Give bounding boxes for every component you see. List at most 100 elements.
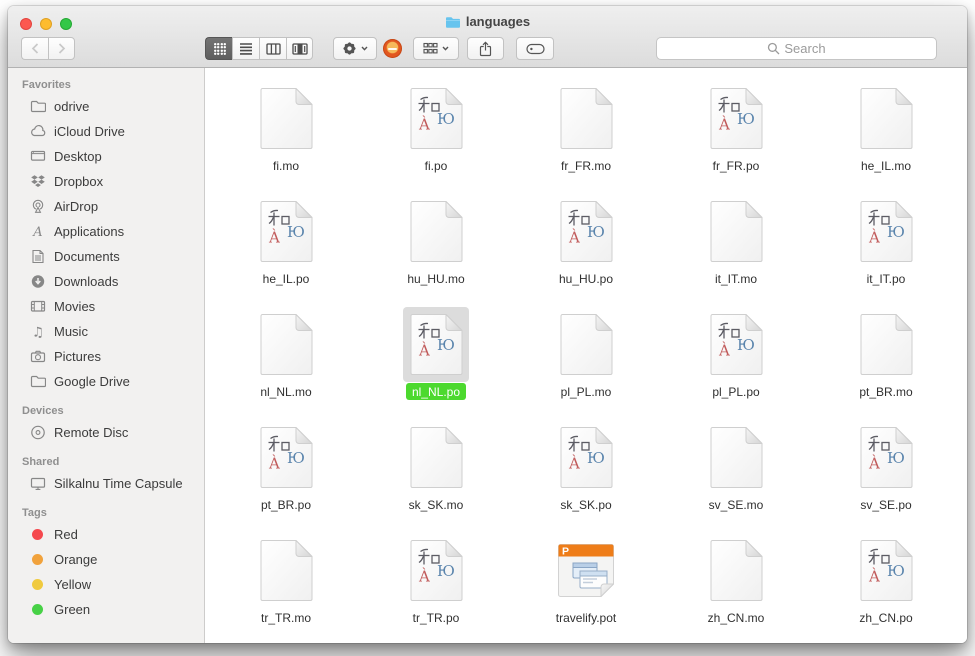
sidebar-item-pictures[interactable]: Pictures	[8, 344, 204, 369]
file-name-label: zh_CN.po	[853, 609, 918, 626]
sidebar-item-yellow[interactable]: Yellow	[8, 572, 204, 597]
file-name-label: fr_FR.po	[707, 157, 766, 174]
applications-icon: A	[29, 224, 46, 240]
svg-text:Ю: Ю	[737, 336, 755, 354]
sidebar-item-label: Pictures	[54, 349, 101, 364]
sidebar-item-google-drive[interactable]: Google Drive	[8, 369, 204, 394]
sidebar-item-silkalnu-time-capsule[interactable]: Silkalnu Time Capsule	[8, 471, 204, 496]
file-name-label: tr_TR.po	[407, 609, 466, 626]
file-zh_CN.po[interactable]: À Юzh_CN.po	[811, 528, 961, 641]
file-pl_PL.mo[interactable]: pl_PL.mo	[511, 302, 661, 415]
sidebar-item-label: odrive	[54, 99, 89, 114]
file-pt_BR.po[interactable]: À Юpt_BR.po	[211, 415, 361, 528]
file-he_IL.mo[interactable]: he_IL.mo	[811, 76, 961, 189]
chevron-down-icon	[361, 46, 368, 51]
file-tr_TR.po[interactable]: À Юtr_TR.po	[361, 528, 511, 641]
sidebar-item-remote-disc[interactable]: Remote Disc	[8, 420, 204, 445]
sidebar-section-title: Devices	[22, 405, 204, 417]
file-tr_TR.mo[interactable]: tr_TR.mo	[211, 528, 361, 641]
sidebar-item-desktop[interactable]: Desktop	[8, 144, 204, 169]
column-view-button[interactable]	[259, 37, 286, 60]
arrange-button[interactable]	[413, 37, 459, 60]
chevron-right-icon	[58, 43, 66, 54]
file-sv_SE.po[interactable]: À Юsv_SE.po	[811, 415, 961, 528]
music-icon: ♫	[29, 324, 46, 340]
file-name-label: fi.mo	[267, 157, 305, 174]
nav-buttons	[21, 37, 75, 60]
sidebar-item-label: Orange	[54, 552, 97, 567]
file-icon-wrap: À Ю	[703, 307, 769, 382]
sidebar-item-label: Remote Disc	[54, 425, 128, 440]
chevron-down-icon	[442, 46, 449, 51]
mo-file-icon	[410, 426, 463, 489]
sidebar-item-label: Dropbox	[54, 174, 103, 189]
file-pl_PL.po[interactable]: À Юpl_PL.po	[661, 302, 811, 415]
file-fi.mo[interactable]: fi.mo	[211, 76, 361, 189]
sidebar-item-downloads[interactable]: Downloads	[8, 269, 204, 294]
window-title: languages	[8, 14, 967, 29]
sidebar-item-icloud-drive[interactable]: iCloud Drive	[8, 119, 204, 144]
sidebar-item-music[interactable]: ♫Music	[8, 319, 204, 344]
share-button[interactable]	[467, 37, 504, 60]
list-view-button[interactable]	[232, 37, 259, 60]
icon-view-button[interactable]	[205, 37, 232, 60]
svg-text:P: P	[562, 546, 569, 558]
file-hu_HU.po[interactable]: À Юhu_HU.po	[511, 189, 661, 302]
svg-text:A: A	[32, 225, 42, 239]
mo-file-icon	[410, 200, 463, 263]
sidebar-item-dropbox[interactable]: Dropbox	[8, 169, 204, 194]
file-name-label: he_IL.mo	[855, 157, 917, 174]
forward-button[interactable]	[48, 37, 75, 60]
file-fr_FR.po[interactable]: À Юfr_FR.po	[661, 76, 811, 189]
file-sv_SE.mo[interactable]: sv_SE.mo	[661, 415, 811, 528]
sidebar-item-airdrop[interactable]: AirDrop	[8, 194, 204, 219]
sidebar-item-orange[interactable]: Orange	[8, 547, 204, 572]
svg-text:Ю: Ю	[587, 223, 605, 241]
sidebar-item-applications[interactable]: AApplications	[8, 219, 204, 244]
svg-text:À: À	[868, 568, 880, 586]
odrive-toolbar-icon[interactable]	[383, 39, 402, 58]
svg-text:Ю: Ю	[437, 336, 455, 354]
sidebar-section-title: Favorites	[22, 79, 204, 91]
file-nl_NL.po[interactable]: À Юnl_NL.po	[361, 302, 511, 415]
file-hu_HU.mo[interactable]: hu_HU.mo	[361, 189, 511, 302]
folder-icon	[29, 374, 46, 390]
file-it_IT.mo[interactable]: it_IT.mo	[661, 189, 811, 302]
sidebar-item-documents[interactable]: Documents	[8, 244, 204, 269]
sidebar-item-movies[interactable]: Movies	[8, 294, 204, 319]
arrange-icon	[423, 42, 438, 55]
file-icon-wrap: À Ю	[853, 533, 919, 608]
file-name-label: zh_CN.mo	[702, 609, 771, 626]
file-name-label: pl_PL.po	[706, 383, 765, 400]
sidebar-item-green[interactable]: Green	[8, 597, 204, 622]
coverflow-view-icon	[292, 43, 308, 55]
svg-text:Ю: Ю	[587, 449, 605, 467]
file-nl_NL.mo[interactable]: nl_NL.mo	[211, 302, 361, 415]
file-name-label: sv_SE.po	[854, 496, 917, 513]
file-it_IT.po[interactable]: À Юit_IT.po	[811, 189, 961, 302]
tag-icon	[526, 43, 545, 55]
sidebar-item-red[interactable]: Red	[8, 522, 204, 547]
file-sk_SK.po[interactable]: À Юsk_SK.po	[511, 415, 661, 528]
search-field[interactable]: Search	[656, 37, 937, 60]
sidebar-item-odrive[interactable]: odrive	[8, 94, 204, 119]
file-fi.po[interactable]: À Юfi.po	[361, 76, 511, 189]
file-zh_CN.mo[interactable]: zh_CN.mo	[661, 528, 811, 641]
chevron-left-icon	[31, 43, 39, 54]
file-pt_BR.mo[interactable]: pt_BR.mo	[811, 302, 961, 415]
file-fr_FR.mo[interactable]: fr_FR.mo	[511, 76, 661, 189]
file-name-label: pt_BR.po	[255, 496, 317, 513]
mo-file-icon	[260, 313, 313, 376]
action-menu-button[interactable]	[333, 37, 377, 60]
file-name-label: it_IT.po	[861, 270, 912, 287]
grid-view-icon	[213, 42, 226, 55]
svg-text:Ю: Ю	[887, 223, 905, 241]
back-button[interactable]	[21, 37, 48, 60]
file-icon-wrap: À Ю	[853, 194, 919, 269]
file-travelify.pot[interactable]: P travelify.pot	[511, 528, 661, 641]
coverflow-view-button[interactable]	[286, 37, 313, 60]
file-sk_SK.mo[interactable]: sk_SK.mo	[361, 415, 511, 528]
downloads-icon	[29, 274, 46, 290]
file-he_IL.po[interactable]: À Юhe_IL.po	[211, 189, 361, 302]
tags-button[interactable]	[516, 37, 554, 60]
